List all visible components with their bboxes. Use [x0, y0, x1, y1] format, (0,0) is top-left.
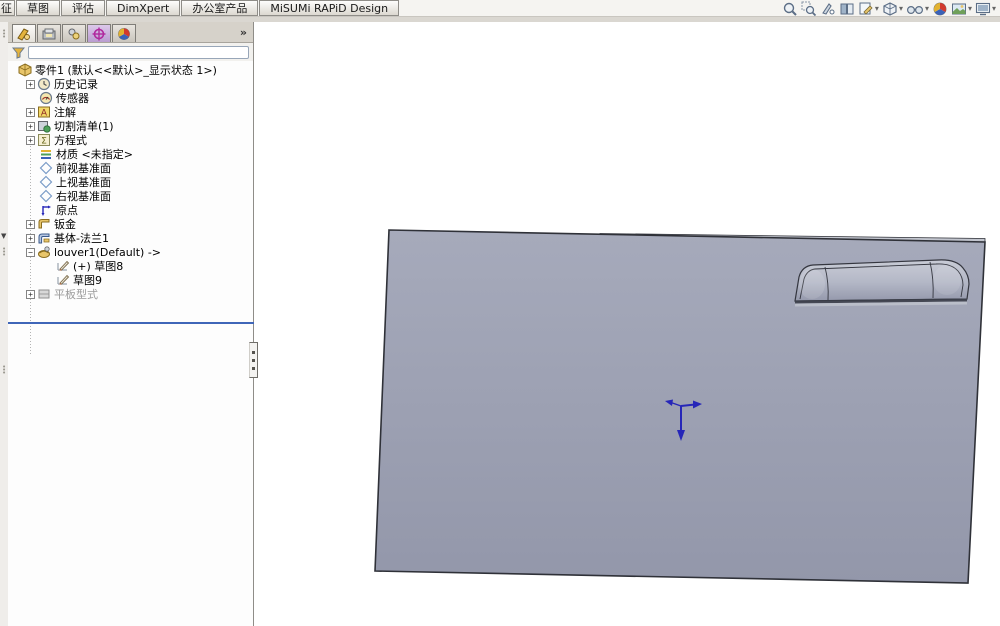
- expand-toggle[interactable]: −: [26, 248, 35, 257]
- louver-icon: [37, 245, 51, 259]
- expand-toggle[interactable]: +: [26, 108, 35, 117]
- tree-item-sketch8[interactable]: (+) 草图8: [8, 259, 253, 273]
- tree-item-sensors[interactable]: 传感器: [8, 91, 253, 105]
- tab-sketch[interactable]: 草图: [16, 0, 60, 16]
- tree-item-label: louver1(Default) ->: [54, 246, 161, 259]
- zoom-to-area-icon[interactable]: [800, 1, 818, 17]
- part-top-edge: [600, 234, 985, 244]
- cutlist-icon: [37, 119, 51, 133]
- louver-feature[interactable]: [795, 260, 969, 307]
- tree-item-base-flange[interactable]: + 基体-法兰1: [8, 231, 253, 245]
- annotations-icon: A: [37, 105, 51, 119]
- tree-item-equations[interactable]: + Σ 方程式: [8, 133, 253, 147]
- tree-filter-input[interactable]: [28, 46, 249, 59]
- expand-toggle[interactable]: +: [26, 220, 35, 229]
- view-settings-icon[interactable]: ▾: [974, 1, 997, 17]
- drag-grip-icon[interactable]: •••: [2, 30, 6, 39]
- tree-item-front-plane[interactable]: 前视基准面: [8, 161, 253, 175]
- material-icon: [39, 147, 53, 161]
- tree-item-louver1[interactable]: − louver1(Default) ->: [8, 245, 253, 259]
- origin-triad: [665, 400, 702, 442]
- tree-item-annotations[interactable]: + A 注解: [8, 105, 253, 119]
- dropdown-caret-icon[interactable]: ▾: [925, 4, 929, 13]
- hide-show-items-icon[interactable]: ▾: [905, 1, 930, 17]
- plane-icon: [39, 175, 53, 189]
- tree-item-origin[interactable]: 原点: [8, 203, 253, 217]
- plane-icon: [39, 161, 53, 175]
- tree-item-sheetmetal[interactable]: + 钣金: [8, 217, 253, 231]
- tab-evaluate[interactable]: 评估: [61, 0, 105, 16]
- displaymanager-tab[interactable]: [112, 24, 136, 42]
- tree-item-label: 平板型式: [54, 286, 98, 302]
- svg-text:Σ: Σ: [41, 137, 47, 147]
- sketch-icon: [56, 259, 70, 273]
- base-flange-icon: [37, 231, 51, 245]
- tree-item-part-root[interactable]: 零件1 (默认<<默认>_显示状态 1>): [8, 63, 253, 77]
- left-window-strip: ••• ▼ ••• •••: [0, 22, 8, 626]
- section-view-icon[interactable]: [838, 1, 856, 17]
- equations-icon: Σ: [37, 133, 51, 147]
- dropdown-caret-icon[interactable]: ▾: [992, 4, 996, 13]
- tree-item-material[interactable]: 材质 <未指定>: [8, 147, 253, 161]
- propertymanager-tab[interactable]: [37, 24, 61, 42]
- commandmanager-strip: [0, 17, 1000, 22]
- tree-item-label: 基体-法兰1: [54, 230, 109, 246]
- dropdown-caret-icon[interactable]: ▾: [968, 4, 972, 13]
- tab-office-products[interactable]: 办公室产品: [181, 0, 258, 16]
- expand-toggle[interactable]: +: [26, 136, 35, 145]
- configurationmanager-tab[interactable]: [62, 24, 86, 42]
- sheetmetal-icon: [37, 217, 51, 231]
- collapse-caret-icon[interactable]: ▼: [1, 232, 6, 240]
- tab-dimxpert[interactable]: DimXpert: [106, 0, 180, 16]
- tree-item-top-plane[interactable]: 上视基准面: [8, 175, 253, 189]
- sketch-icon: [56, 273, 70, 287]
- drag-grip-icon[interactable]: •••: [2, 366, 6, 375]
- tab-misumi-rapid-design[interactable]: MiSUMi RAPiD Design: [259, 0, 399, 16]
- part-icon: [18, 63, 32, 77]
- origin-icon: [39, 203, 53, 217]
- history-icon: [37, 77, 51, 91]
- zoom-to-fit-icon[interactable]: [781, 1, 799, 17]
- panel-tab-strip: »: [8, 22, 253, 43]
- expand-toggle[interactable]: +: [26, 80, 35, 89]
- tree-item-cutlist[interactable]: + 切割清单(1): [8, 119, 253, 133]
- panel-splitter-handle[interactable]: [249, 342, 258, 378]
- view-orientation-icon[interactable]: ▾: [857, 1, 880, 17]
- tree-item-sketch9[interactable]: 草图9: [8, 273, 253, 287]
- apply-scene-icon[interactable]: ▾: [950, 1, 973, 17]
- tree-item-flat-pattern[interactable]: + 平板型式: [8, 287, 253, 301]
- tab-features-partial[interactable]: 征: [0, 0, 15, 16]
- tree-filter-row: [8, 43, 253, 61]
- edit-appearance-icon[interactable]: [931, 1, 949, 17]
- sensors-icon: [39, 91, 53, 105]
- previous-view-icon[interactable]: [819, 1, 837, 17]
- dropdown-caret-icon[interactable]: ▾: [875, 4, 879, 13]
- rollback-bar[interactable]: [8, 322, 254, 324]
- panel-tab-overflow[interactable]: »: [240, 26, 247, 39]
- filter-funnel-icon: [12, 46, 25, 59]
- display-style-icon[interactable]: ▾: [881, 1, 904, 17]
- part-face[interactable]: [375, 230, 985, 583]
- featuremanager-tree-tab[interactable]: [12, 24, 36, 42]
- dropdown-caret-icon[interactable]: ▾: [899, 4, 903, 13]
- drag-grip-icon[interactable]: •••: [2, 248, 6, 257]
- svg-text:A: A: [41, 109, 48, 119]
- expand-toggle[interactable]: +: [26, 290, 35, 299]
- flat-pattern-icon: [37, 287, 51, 301]
- expand-toggle[interactable]: +: [26, 122, 35, 131]
- dimxpertmanager-tab[interactable]: [87, 24, 111, 42]
- heads-up-toolbar: ▾ ▾ ▾ ▾ ▾: [781, 0, 997, 17]
- expand-toggle[interactable]: +: [26, 234, 35, 243]
- tree-item-right-plane[interactable]: 右视基准面: [8, 189, 253, 203]
- solidworks-window: 征 草图 评估 DimXpert 办公室产品 MiSUMi RAPiD Desi…: [0, 0, 1000, 626]
- feature-tree: 零件1 (默认<<默认>_显示状态 1>) + 历史记录 传感器 + A 注解 …: [8, 61, 253, 301]
- plane-icon: [39, 189, 53, 203]
- tree-item-history[interactable]: + 历史记录: [8, 77, 253, 91]
- featuremanager-panel: » 零件1 (默认<<默认>_显示状态 1>) + 历史记录 传感器: [8, 22, 254, 626]
